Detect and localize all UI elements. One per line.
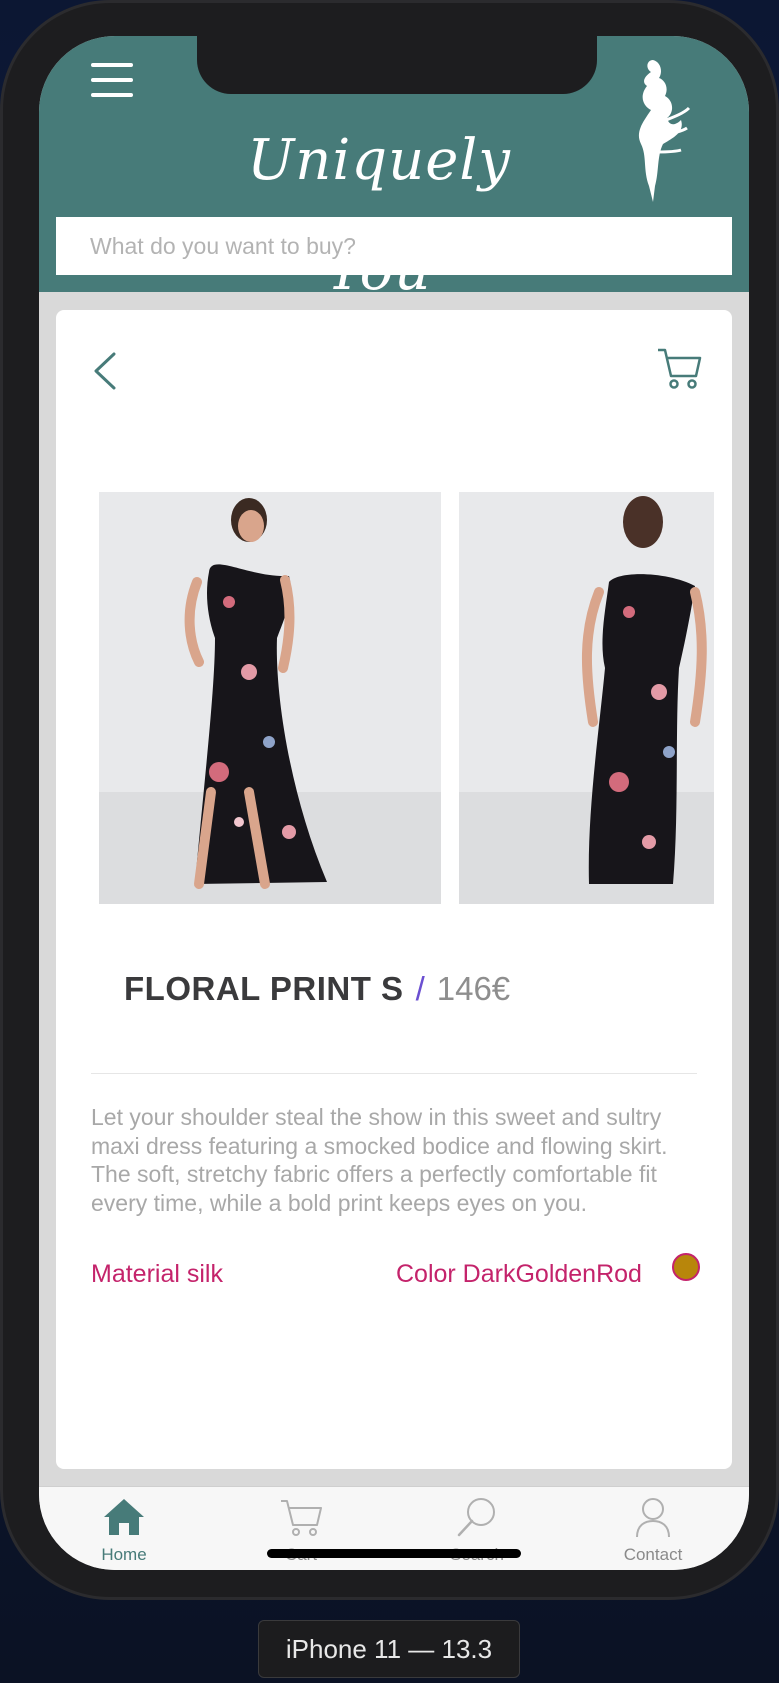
product-name: FLORAL PRINT S (124, 970, 404, 1007)
tab-label: Contact (623, 1545, 683, 1564)
title-separator: / (415, 970, 425, 1007)
product-gallery[interactable] (99, 492, 732, 904)
search-icon (457, 1498, 495, 1537)
tab-home[interactable]: Home (64, 1495, 184, 1570)
search-bar[interactable] (56, 217, 732, 275)
brand-logo: Uniquely You (247, 128, 511, 303)
search-input[interactable] (90, 217, 698, 275)
home-indicator[interactable] (267, 1549, 521, 1558)
home-icon (104, 1499, 144, 1535)
color-swatch (672, 1253, 700, 1281)
product-color: Color DarkGoldenRod (396, 1260, 642, 1288)
back-chevron-icon[interactable] (86, 348, 126, 394)
divider (91, 1073, 697, 1074)
product-material: Material silk (91, 1260, 223, 1288)
tab-search[interactable]: Search (417, 1495, 537, 1570)
app-screen: Uniquely You (39, 36, 749, 1570)
fashion-figure-icon (638, 60, 691, 202)
product-description: Let your shoulder steal the show in this… (91, 1104, 668, 1216)
product-title-row: FLORAL PRINT S / 146€ (124, 970, 510, 1030)
tab-cart[interactable]: Cart (241, 1495, 361, 1570)
product-photo-back[interactable] (459, 492, 714, 904)
device-notch (197, 36, 597, 94)
hamburger-menu-icon[interactable] (89, 60, 135, 100)
cart-icon[interactable] (656, 346, 702, 392)
product-card: FLORAL PRINT S / 146€ Let your shoulder … (56, 310, 732, 1469)
cart-icon (281, 1500, 322, 1536)
tab-label: Home (101, 1545, 147, 1564)
product-price: 146€ (436, 970, 511, 1007)
product-photo-front[interactable] (99, 492, 441, 904)
device-frame: Uniquely You (0, 0, 779, 1600)
tab-contact[interactable]: Contact (593, 1495, 713, 1570)
simulator-device-label: iPhone 11 — 13.3 (258, 1620, 520, 1678)
person-icon (636, 1498, 670, 1538)
